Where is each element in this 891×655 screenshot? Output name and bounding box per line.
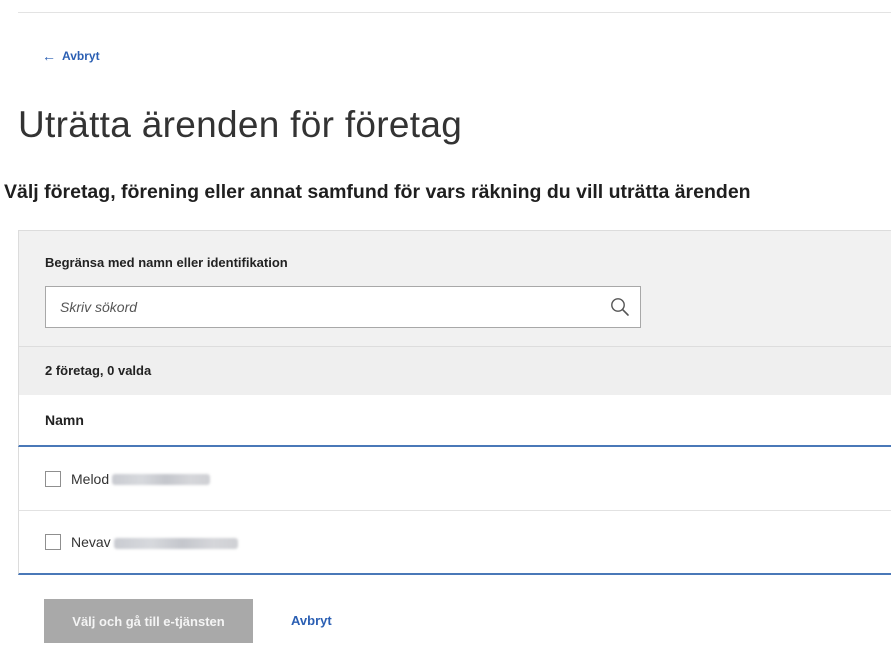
row-name: Melod [71, 470, 211, 487]
select-and-continue-button[interactable]: Välj och gå till e-tjänsten [44, 599, 253, 643]
search-box[interactable] [45, 286, 641, 328]
search-icon[interactable] [610, 297, 630, 317]
results-count: 2 företag, 0 valda [45, 363, 152, 378]
redacted-text [112, 474, 211, 486]
row-checkbox[interactable] [45, 534, 61, 550]
filter-panel: Begränsa med namn eller identifikation [18, 230, 891, 347]
redacted-text [113, 537, 238, 549]
row-name-visible: Nevav [71, 534, 111, 550]
back-link[interactable]: ← Avbryt [42, 49, 100, 63]
table-row[interactable]: Melod [18, 447, 891, 511]
row-name-visible: Melod [71, 470, 110, 487]
back-link-label: Avbryt [62, 49, 100, 63]
cancel-link[interactable]: Avbryt [291, 613, 332, 628]
top-divider [18, 12, 891, 13]
search-input[interactable] [46, 287, 596, 327]
column-header-name[interactable]: Namn [45, 412, 84, 428]
row-name: Nevav [71, 534, 238, 550]
row-checkbox[interactable] [45, 470, 61, 487]
table-row[interactable]: Nevav [18, 511, 891, 575]
arrow-left-icon: ← [42, 48, 56, 64]
table-header: Namn [18, 395, 891, 447]
page-subtitle: Välj företag, förening eller annat samfu… [4, 181, 751, 203]
page-title: Uträtta ärenden för företag [18, 104, 463, 145]
filter-label: Begränsa med namn eller identifikation [45, 255, 288, 270]
results-count-bar: 2 företag, 0 valda [18, 346, 891, 395]
